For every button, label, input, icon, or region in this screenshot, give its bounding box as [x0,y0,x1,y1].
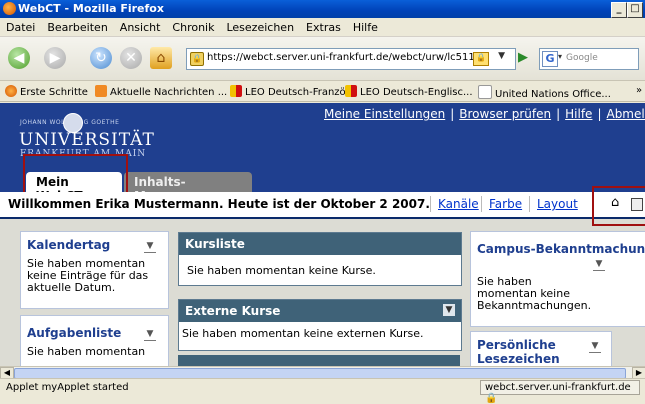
bookmark-erste-schritte[interactable]: Erste Schritte [5,85,88,98]
webct-header: JOHANN WOLFGANG GOETHE UNIVERSITÄT FRANK… [0,103,645,203]
panel-title: Aufgabenliste [27,326,122,340]
rss-feed-icon [95,85,107,97]
reload-button[interactable]: ↻ [90,47,112,69]
highlight-box-icons [592,186,645,226]
status-bar: Applet myApplet started webct.server.uni… [0,378,645,404]
back-button[interactable]: ◀ [8,47,30,69]
menu-extras[interactable]: Extras [300,18,347,34]
collapse-icon[interactable]: ▼ [144,328,156,341]
horizontal-scrollbar[interactable]: ◀ ▶ [0,366,645,381]
go-button[interactable]: ▶ [518,50,534,66]
window-titlebar: WebCT - Mozilla Firefox _ □ [0,0,645,18]
menu-datei[interactable]: Datei [0,18,41,34]
minimize-button[interactable]: _ [611,2,627,18]
panel-title: Persönliche Lesezeichen [477,338,560,366]
bookmark-united-nations[interactable]: United Nations Office... [478,85,611,100]
menu-ansicht[interactable]: Ansicht [114,18,167,34]
header-links: Meine Einstellungen | Browser prüfen | Hilfe… [324,107,645,121]
welcome-bar: Willkommen Erika Mustermann. Heute ist d… [0,192,645,219]
link-browser-pruefen[interactable]: Browser prüfen [459,107,551,121]
google-search-engine-icon[interactable]: G [542,51,558,67]
tab-inhalts-manager[interactable]: Inhalts-Manager [124,172,252,203]
menu-lesezeichen[interactable]: Lesezeichen [220,18,300,34]
status-text: Applet myApplet started [6,382,129,393]
welcome-message: Willkommen Erika Mustermann. Heute ist d… [8,197,430,211]
panel-text: Sie haben momentan keine Bekanntmachunge… [477,275,592,312]
link-farbe[interactable]: Farbe [489,197,522,211]
url-dropdown-icon[interactable]: ▼ [498,51,505,61]
site-identity-icon[interactable]: 🔒 [190,52,204,66]
link-hilfe[interactable]: Hilfe [565,107,592,121]
menu-bearbeiten[interactable]: Bearbeiten [41,18,113,34]
panel-title: Kalendertag [27,238,111,252]
page-content: JOHANN WOLFGANG GOETHE UNIVERSITÄT FRANK… [0,103,645,366]
lock-icon: 🔒 [485,393,498,404]
link-meine-einstellungen[interactable]: Meine Einstellungen [324,107,445,121]
forward-button[interactable]: ▶ [44,47,66,69]
university-name: UNIVERSITÄT [19,130,155,150]
panel-kursliste: Kursliste Sie haben momentan keine Kurse… [178,232,462,286]
panel-title: Campus-Bekanntmachungen [477,242,645,256]
search-box[interactable]: G ▾ Google [539,48,639,70]
url-bar[interactable]: 🔒 https://webct.server.uni-frankfurt.de/… [186,48,516,70]
link-abmelden[interactable]: Abmelden [606,107,645,121]
bookmarks-overflow-icon[interactable]: » [636,85,642,96]
menu-hilfe[interactable]: Hilfe [347,18,384,34]
firefox-icon [3,2,16,15]
leo-icon [345,85,357,97]
firefox-icon [5,85,17,97]
bookmarks-toolbar: Erste Schritte Aktuelle Nachrichten ... … [0,82,645,102]
panel-text: Sie haben momentan keine externen Kurse. [182,327,424,340]
status-host[interactable]: webct.server.uni-frankfurt.de 🔒 [480,380,640,404]
panel-campus-bekanntmachungen: Campus-Bekanntmachungen ▼ Sie haben mome… [470,231,645,327]
search-engine-dropdown-icon[interactable]: ▾ [558,52,562,61]
home-button[interactable]: ⌂ [150,47,172,69]
bookmark-leo-englisch[interactable]: LEO Deutsch-Englisc... [345,85,473,98]
panel-text: Sie haben momentan keine Kurse. [187,264,376,277]
link-layout[interactable]: Layout [537,197,578,211]
leo-icon [230,85,242,97]
collapse-icon[interactable]: ▼ [443,304,455,316]
panel-title: Kursliste [179,233,461,255]
bookmark-aktuelle-nachrichten[interactable]: Aktuelle Nachrichten ... [95,85,227,98]
menu-bar: Datei Bearbeiten Ansicht Chronik Lesezeichen… [0,18,645,37]
collapse-icon[interactable]: ▼ [593,258,605,271]
panel-externe-kurse: Externe Kurse ▼ Sie haben momentan keine… [178,299,462,351]
navigation-toolbar: ◀ ▶ ↻ ✕ ⌂ 🔒 https://webct.server.uni-fra… [0,37,645,81]
panel-text: Sie haben momentan keine Einträge für da… [27,257,149,294]
panel-title: Externe Kurse [179,300,461,322]
stop-button[interactable]: ✕ [120,47,142,69]
panel-persoenliche-lesezeichen: Persönliche Lesezeichen ▼ [470,331,612,366]
bookmark-leo-franzoesisch[interactable]: LEO Deutsch-Franzö... [230,85,355,98]
link-kanaele[interactable]: Kanäle [438,197,479,211]
collapse-icon[interactable]: ▼ [144,240,156,253]
menu-chronik[interactable]: Chronik [166,18,220,34]
panel-next-header [178,355,460,366]
url-text: https://webct.server.uni-frankfurt.de/we… [207,52,475,63]
search-placeholder: Google [566,53,598,63]
maximize-button[interactable]: □ [627,2,643,18]
panel-text: Sie haben momentan [27,345,146,358]
panel-aufgabenliste: Aufgabenliste ▼ Sie haben momentan [20,315,169,366]
panel-kalendertag: Kalendertag ▼ Sie haben momentan keine E… [20,231,169,309]
collapse-icon[interactable]: ▼ [589,340,601,353]
page-icon [478,85,492,99]
ssl-lock-icon[interactable]: 🔒 [473,52,489,66]
window-title: WebCT - Mozilla Firefox [18,2,164,15]
